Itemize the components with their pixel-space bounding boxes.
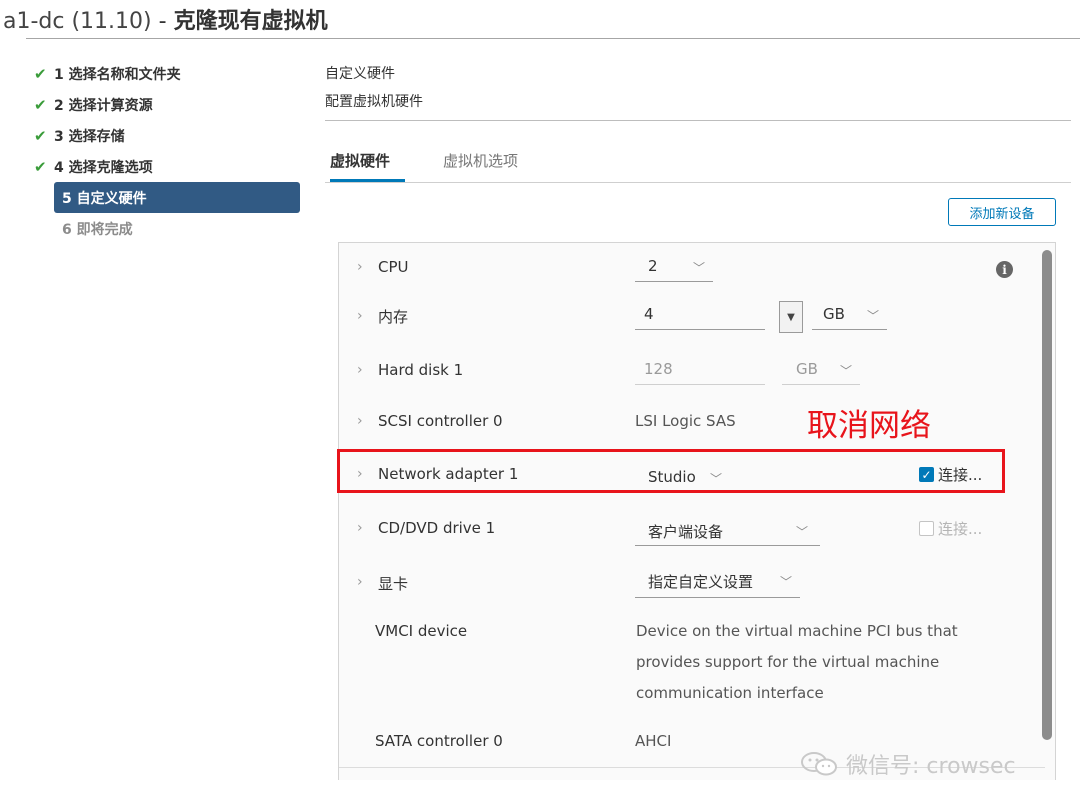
chevron-down-icon: ﹀ — [839, 364, 852, 378]
cddvd-select[interactable]: 客户端设备 ﹀ — [635, 521, 820, 546]
add-new-device-button[interactable]: 添加新设备 — [948, 198, 1056, 226]
hard-disk-size-input: 128 — [635, 360, 765, 385]
chevron-right-icon[interactable]: › — [357, 413, 363, 429]
step-1[interactable]: ✔ 1 选择名称和文件夹 — [34, 58, 300, 89]
wizard-title: a1-dc (11.10) - 克隆现有虚拟机 — [3, 3, 328, 35]
video-card-select[interactable]: 指定自定义设置 ﹀ — [635, 571, 800, 598]
hard-disk-value: 128 — [644, 360, 673, 378]
video-card-label[interactable]: 显卡 — [378, 573, 408, 594]
step-3[interactable]: ✔ 3 选择存储 — [34, 120, 300, 151]
hard-disk-unit-select: GB ﹀ — [782, 360, 860, 385]
hardware-row-scsi: › SCSI controller 0 LSI Logic SAS — [339, 396, 1045, 449]
memory-unit-select[interactable]: GB ﹀ — [812, 305, 887, 330]
memory-unit: GB — [823, 305, 845, 323]
cpu-value: 2 — [648, 257, 658, 275]
step-5-active[interactable]: 5 自定义硬件 — [54, 182, 300, 213]
vmci-description-line: provides support for the virtual machine — [636, 653, 940, 671]
title-divider — [26, 38, 1080, 39]
hardware-row-vmci: VMCI device Device on the virtual machin… — [339, 607, 1045, 718]
hardware-row-video-card: › 显卡 指定自定义设置 ﹀ — [339, 556, 1045, 608]
wechat-icon — [801, 752, 837, 776]
header-divider — [325, 120, 1071, 121]
network-select[interactable]: Studio ﹀ — [635, 468, 732, 493]
tab-vm-options[interactable]: 虚拟机选项 — [443, 150, 518, 171]
chevron-down-icon: ﹀ — [692, 261, 705, 275]
vmci-description-line: Device on the virtual machine PCI bus th… — [636, 622, 958, 640]
memory-input[interactable]: 4 — [635, 305, 765, 330]
hardware-list: › CPU 2 ﹀ i › 内存 4 ▼ GB ﹀ › Hard disk 1 … — [338, 242, 1056, 780]
cddvd-connect-label: 连接... — [938, 520, 983, 538]
memory-label[interactable]: 内存 — [378, 306, 408, 327]
cddvd-label[interactable]: CD/DVD drive 1 — [378, 519, 495, 537]
cpu-label[interactable]: CPU — [378, 258, 409, 276]
check-icon: ✔ — [34, 95, 47, 114]
step-2[interactable]: ✔ 2 选择计算资源 — [34, 89, 300, 120]
sata-label: SATA controller 0 — [375, 732, 503, 750]
wizard-name: 克隆现有虚拟机 — [173, 9, 328, 34]
wizard-steps: ✔ 1 选择名称和文件夹 ✔ 2 选择计算资源 ✔ 3 选择存储 ✔ 4 选择克隆选项 … — [34, 58, 300, 244]
chevron-right-icon[interactable]: › — [357, 466, 363, 482]
chevron-right-icon[interactable]: › — [357, 520, 363, 536]
chevron-down-icon: ﹀ — [866, 309, 879, 323]
hardware-row-cddvd: › CD/DVD drive 1 客户端设备 ﹀ 连接... — [339, 502, 1045, 557]
step-label: 5 自定义硬件 — [62, 190, 147, 207]
title-separator: - — [151, 9, 174, 34]
hardware-row-memory: › 内存 4 ▼ GB ﹀ — [339, 292, 1045, 345]
cpu-select[interactable]: 2 ﹀ — [635, 257, 713, 282]
page-title: 自定义硬件 — [325, 66, 395, 82]
step-label: 4 选择克隆选项 — [54, 159, 153, 176]
step-4[interactable]: ✔ 4 选择克隆选项 — [34, 151, 300, 182]
checkbox-unchecked-icon — [919, 521, 934, 536]
vm-name: a1-dc (11.10) — [3, 9, 152, 34]
network-adapter-label[interactable]: Network adapter 1 — [378, 465, 518, 483]
step-label: 6 即将完成 — [62, 221, 133, 238]
watermark: 微信号: crowsec — [800, 748, 1016, 780]
chevron-right-icon[interactable]: › — [357, 308, 363, 324]
cddvd-connect-checkbox: 连接... — [919, 518, 982, 539]
checkbox-checked-icon: ✓ — [919, 467, 934, 482]
scsi-label[interactable]: SCSI controller 0 — [378, 412, 503, 430]
scsi-value: LSI Logic SAS — [635, 412, 736, 430]
vmci-label: VMCI device — [375, 622, 468, 640]
chevron-right-icon[interactable]: › — [357, 259, 363, 275]
check-icon: ✔ — [34, 157, 47, 176]
tabs-divider — [325, 182, 1071, 183]
chevron-right-icon[interactable]: › — [357, 574, 363, 590]
memory-dropdown-button[interactable]: ▼ — [779, 301, 803, 333]
memory-value: 4 — [644, 305, 654, 323]
step-6: 6 即将完成 — [34, 213, 300, 244]
hard-disk-label[interactable]: Hard disk 1 — [378, 361, 463, 379]
tab-virtual-hardware[interactable]: 虚拟硬件 — [330, 150, 405, 182]
network-value: Studio — [648, 468, 696, 486]
network-connect-checkbox[interactable]: ✓ 连接... — [919, 464, 982, 485]
check-icon: ✔ — [34, 126, 47, 145]
chevron-down-icon: ﹀ — [779, 575, 792, 589]
watermark-text: 微信号: crowsec — [846, 754, 1016, 779]
chevron-down-icon: ﹀ — [709, 472, 722, 486]
step-label: 2 选择计算资源 — [54, 97, 153, 114]
hardware-row-network-adapter: › Network adapter 1 Studio ﹀ ✓ 连接... — [339, 448, 1045, 503]
hardware-row-hard-disk: › Hard disk 1 128 GB ﹀ — [339, 344, 1045, 397]
sata-value: AHCI — [635, 732, 672, 750]
hard-disk-unit: GB — [796, 360, 818, 378]
chevron-down-icon: ﹀ — [795, 525, 808, 539]
list-scrollbar[interactable] — [1042, 250, 1052, 740]
check-icon: ✔ — [34, 64, 47, 83]
video-card-value: 指定自定义设置 — [648, 573, 754, 591]
info-icon[interactable]: i — [996, 261, 1013, 278]
vmci-description-line: communication interface — [636, 684, 824, 702]
step-label: 3 选择存储 — [54, 128, 125, 145]
chevron-right-icon[interactable]: › — [357, 362, 363, 378]
step-label: 1 选择名称和文件夹 — [54, 66, 181, 83]
caret-down-icon: ▼ — [787, 311, 795, 323]
page-subtitle: 配置虚拟机硬件 — [325, 94, 423, 110]
network-connect-label: 连接... — [938, 466, 983, 484]
cddvd-value: 客户端设备 — [648, 523, 724, 541]
annotation-text: 取消网络 — [807, 408, 931, 444]
hardware-row-cpu: › CPU 2 ﹀ i — [339, 243, 1045, 293]
